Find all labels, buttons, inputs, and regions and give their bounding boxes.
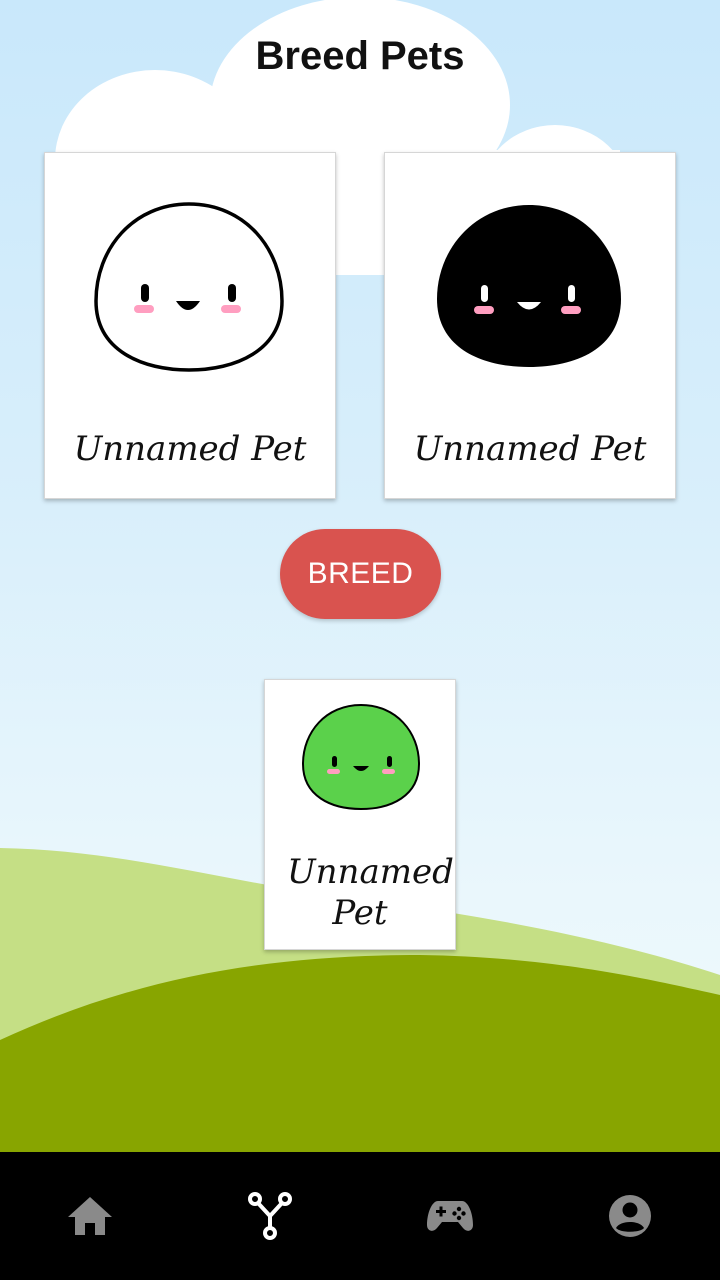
gamepad-icon <box>427 1201 473 1231</box>
pet-body <box>94 202 284 372</box>
parent-pet-card-2[interactable]: Unnamed Pet <box>384 152 676 499</box>
pet-right-eye <box>568 285 575 302</box>
breed-pets-screen: Breed Pets Unnamed Pet Unnamed Pet BREED <box>0 0 720 1280</box>
home-icon <box>68 1197 112 1235</box>
pet-left-eye <box>332 756 337 767</box>
page-title: Breed Pets <box>255 34 465 78</box>
bottom-navigation <box>0 1152 720 1280</box>
nav-item-profile[interactable] <box>540 1152 720 1280</box>
pet-left-blush <box>474 306 494 314</box>
pet-image <box>94 202 284 372</box>
nav-item-games[interactable] <box>360 1152 540 1280</box>
nav-item-home[interactable] <box>0 1152 180 1280</box>
pet-image <box>301 703 421 811</box>
breed-icon <box>248 1192 292 1240</box>
pet-right-blush <box>221 305 241 313</box>
pet-left-eye <box>481 285 488 302</box>
pet-right-eye <box>228 284 236 302</box>
breed-button[interactable]: BREED <box>280 529 441 619</box>
account-icon <box>609 1195 651 1237</box>
parent-pet-name-1: Unnamed Pet <box>73 429 307 469</box>
pet-image <box>437 205 621 367</box>
pet-right-blush <box>561 306 581 314</box>
pet-body <box>301 703 421 811</box>
offspring-pet-card[interactable]: Unnamed Pet <box>264 679 456 950</box>
pet-right-blush <box>382 769 395 774</box>
pet-right-eye <box>387 756 392 767</box>
offspring-pet-name: Unnamed Pet <box>287 852 454 933</box>
nav-item-breed[interactable] <box>180 1152 360 1280</box>
parent-pet-name-2: Unnamed Pet <box>413 429 647 469</box>
pet-left-blush <box>327 769 340 774</box>
pet-left-eye <box>141 284 149 302</box>
pet-left-blush <box>134 305 154 313</box>
pet-body <box>437 205 621 367</box>
parent-pet-card-1[interactable]: Unnamed Pet <box>44 152 336 499</box>
